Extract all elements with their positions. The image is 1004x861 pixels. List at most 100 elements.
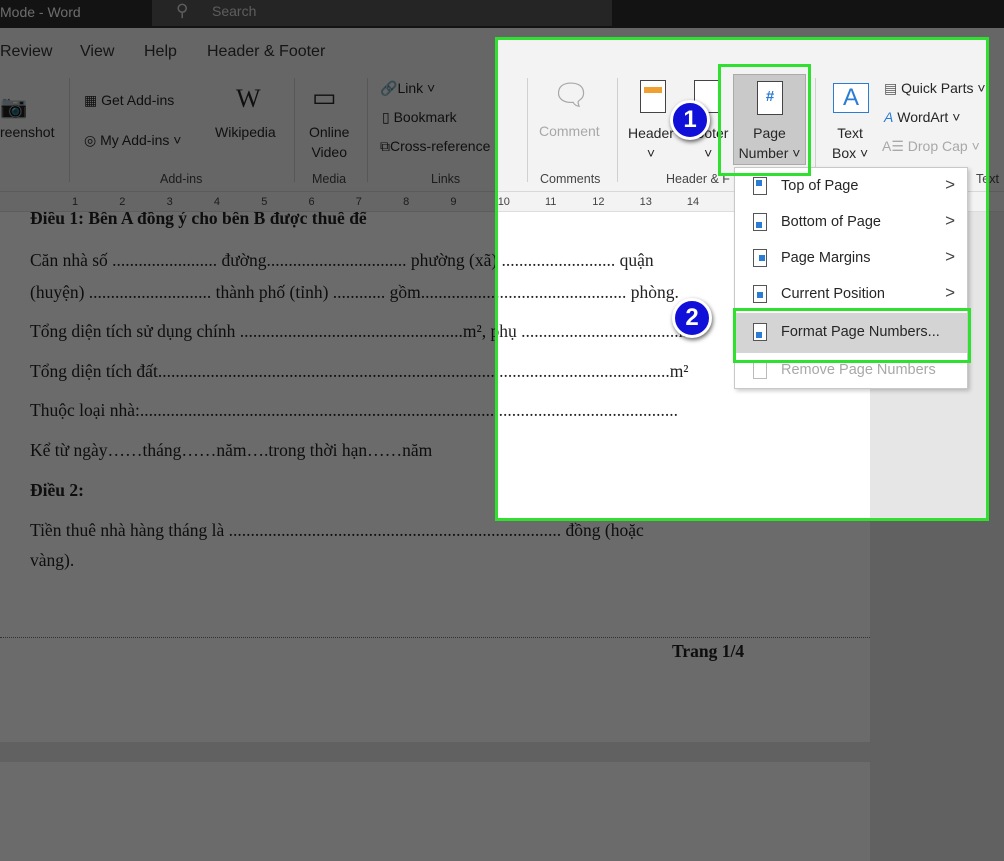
cross-reference-label: Cross-reference: [390, 138, 491, 154]
menu-item-bottom-of-page[interactable]: Bottom of Page >: [736, 205, 967, 241]
doc-line: Tổng diện tích sử dụng chính ...........…: [30, 321, 698, 341]
doc-line: Tiền thuê nhà hàng tháng là ............…: [30, 520, 644, 540]
doc-heading: Điều 2:: [30, 480, 84, 500]
footer-icon: [694, 80, 720, 113]
doc-line: Thuộc loại nhà:.........................…: [30, 400, 678, 420]
header-button[interactable]: Header ˅: [628, 123, 674, 163]
page-number-icon: #: [757, 81, 783, 115]
chevron-right-icon: >: [945, 283, 955, 302]
ruler-tick-label: 7: [355, 196, 362, 208]
online-video-label-1: Online: [309, 124, 350, 140]
group-text: Text: [976, 172, 999, 186]
page-top-icon: [753, 177, 767, 195]
group-header-footer: Header & F: [666, 172, 730, 186]
wordart-label: WordArt ˅: [897, 109, 961, 125]
ruler-tick-label: 8: [403, 196, 410, 208]
tab-review[interactable]: Review: [0, 43, 52, 61]
doc-line: Tổng diện tích đất......................…: [30, 361, 689, 381]
comment-button[interactable]: Comment: [539, 123, 600, 139]
search-box[interactable]: ⚲ Search: [152, 0, 612, 26]
bookmark-button[interactable]: ▯ Bookmark: [382, 109, 457, 126]
my-addins-label: My Add-ins: [100, 132, 170, 148]
menu-label: Remove Page Numbers: [781, 362, 936, 378]
ruler-tick-label: 12: [592, 196, 605, 208]
get-addins-button[interactable]: ▦ Get Add-ins: [84, 92, 174, 109]
current-position-icon: [753, 285, 767, 303]
link-button[interactable]: 🔗Link ˅: [380, 80, 435, 97]
chevron-right-icon: >: [945, 211, 955, 230]
ruler-tick-label: 14: [686, 196, 700, 208]
wikipedia-button[interactable]: Wikipedia: [215, 124, 276, 140]
footer-separator: [0, 637, 870, 638]
quick-parts-button[interactable]: ▤ Quick Parts ˅: [884, 80, 986, 97]
format-page-numbers-icon: [753, 323, 767, 341]
comment-icon: 🗨: [552, 79, 591, 112]
ruler-tick-label: 2: [119, 196, 126, 208]
menu-label: Top of Page: [781, 178, 859, 194]
menu-item-current-position[interactable]: Current Position >: [736, 277, 967, 313]
online-video-button[interactable]: Online Video: [309, 122, 349, 162]
bookmark-label: Bookmark: [393, 109, 457, 125]
page-number-label: Page Number ˅: [738, 125, 801, 161]
footer-button[interactable]: Footer ˅: [688, 123, 728, 163]
text-box-button[interactable]: Text Box ˅: [832, 123, 868, 163]
ruler-tick-label: 4: [213, 196, 221, 208]
wordart-button[interactable]: A WordArt ˅: [884, 109, 960, 125]
drop-cap-button[interactable]: A☰ Drop Cap ˅: [882, 138, 980, 155]
text-box-label-1: Text: [837, 125, 863, 141]
chevron-right-icon: >: [945, 247, 955, 266]
menu-item-remove-page-numbers[interactable]: Remove Page Numbers: [736, 353, 967, 389]
page-footer-text: Trang 1/4: [672, 641, 745, 661]
quick-parts-label: Quick Parts ˅: [901, 80, 986, 96]
online-video-label-2: Video: [311, 144, 348, 160]
menu-label: Format Page Numbers...: [781, 324, 940, 340]
menu-label: Page Margins: [781, 250, 871, 266]
online-video-icon: ▭: [312, 82, 337, 112]
tab-help[interactable]: Help: [144, 43, 177, 61]
remove-page-numbers-icon: [753, 361, 767, 379]
next-page[interactable]: [0, 762, 870, 861]
doc-line: vàng).: [30, 550, 75, 570]
screenshot-icon: 📷: [0, 94, 28, 119]
menu-item-format-page-numbers[interactable]: Format Page Numbers...: [736, 313, 967, 353]
page-margins-icon: [753, 249, 767, 267]
ruler-tick-label: 3: [166, 196, 173, 208]
drop-cap-label: Drop Cap ˅: [907, 138, 980, 154]
search-icon: ⚲: [176, 1, 189, 20]
my-addins-button[interactable]: ◎ My Add-ins ˅: [84, 132, 181, 149]
header-label: Header: [628, 125, 674, 141]
group-media: Media: [312, 172, 347, 186]
page-number-button[interactable]: # Page Number ˅: [733, 74, 806, 165]
header-icon: [640, 80, 666, 113]
menu-label: Current Position: [781, 286, 885, 302]
group-addins: Add-ins: [160, 172, 203, 186]
doc-line: Căn nhà số ........................ đườn…: [30, 250, 654, 270]
ruler-tick-label: 13: [639, 196, 652, 208]
text-box-label-2: Box ˅: [832, 145, 869, 161]
page-number-menu: Top of Page > Bottom of Page > Page Margin…: [734, 167, 968, 389]
tab-view[interactable]: View: [80, 43, 114, 61]
menu-label: Bottom of Page: [781, 214, 881, 230]
search-placeholder: Search: [212, 3, 257, 19]
group-links: Links: [431, 172, 461, 186]
get-addins-label: Get Add-ins: [101, 92, 175, 108]
ruler-tick-label: 10: [497, 196, 510, 208]
doc-line: Kể từ ngày……tháng……năm….trong thời hạn………: [30, 440, 433, 460]
page-bottom-icon: [753, 213, 767, 231]
ruler-tick-label: 1: [72, 196, 79, 208]
ruler-tick-label: 9: [450, 196, 457, 208]
menu-item-top-of-page[interactable]: Top of Page >: [736, 169, 967, 205]
ruler-tick-label: 6: [308, 196, 315, 208]
link-label: Link: [397, 80, 424, 96]
footer-label: Footer: [688, 125, 729, 141]
window-title: Mode - Word: [0, 4, 81, 20]
ruler-tick-label: 5: [261, 196, 268, 208]
cross-reference-button[interactable]: ⧉Cross-reference: [380, 138, 490, 155]
group-comments: Comments: [540, 172, 601, 186]
menu-item-page-margins[interactable]: Page Margins >: [736, 241, 967, 277]
screenshot-button[interactable]: reenshot: [0, 124, 54, 140]
wikipedia-icon: W: [236, 84, 261, 113]
text-box-icon: A: [833, 83, 869, 113]
doc-line: (huyện) ............................ thà…: [30, 282, 679, 302]
tab-header-footer[interactable]: Header & Footer: [207, 43, 325, 61]
